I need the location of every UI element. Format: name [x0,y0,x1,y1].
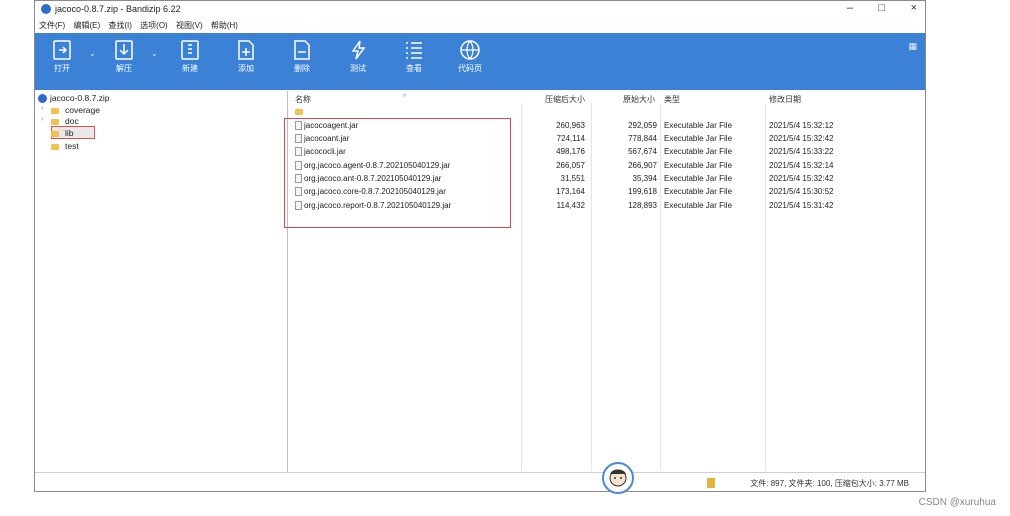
file-type: Executable Jar File [664,161,733,170]
toolbar-view-label: 查看 [406,64,422,73]
csdn-watermark: CSDN @xuruhua [918,497,996,508]
status-bar: 文件: 897, 文件夹: 100, 压缩包大小: 3.77 MB [35,472,925,492]
packed-size: 31,551 [560,174,585,183]
parent-folder-row[interactable] [289,105,925,118]
maximize-button[interactable]: □ [878,2,885,14]
toolbar-delete-label: 删除 [294,64,310,73]
layout-toggle-icon[interactable]: ▦ [908,41,917,52]
toolbar-test-button[interactable]: 测试 [337,39,379,74]
menu-file[interactable]: 文件(F) [39,18,65,33]
open-icon [53,40,71,60]
file-type: Executable Jar File [664,201,733,210]
modified-date: 2021/5/4 15:32:42 [769,134,834,143]
toolbar-extract-label: 解压 [116,64,132,73]
modified-date: 2021/5/4 15:30:52 [769,187,834,196]
parent-folder-icon [295,108,303,115]
original-size: 128,893 [628,201,657,210]
packed-size: 498,176 [556,147,585,156]
toolbar-codepage-label: 代码页 [458,64,482,73]
original-size: 199,618 [628,187,657,196]
tree-item-lib[interactable]: lib [51,127,74,139]
tree-root-label: jacoco-0.8.7.zip [50,93,110,103]
toolbar-extract-button[interactable]: 解压 [103,39,145,74]
extract-dropdown-icon[interactable]: ⌄ [151,49,158,58]
archive-icon [38,94,47,104]
status-text: 文件: 897, 文件夹: 100, 压缩包大小: 3.77 MB [750,479,909,488]
packed-size: 260,963 [556,121,585,130]
original-size: 778,844 [628,134,657,143]
folder-icon [51,118,59,125]
toolbar-open-button[interactable]: 打开 [41,39,83,74]
expand-doc-icon[interactable]: › [41,116,43,123]
toolbar-view-button[interactable]: 查看 [393,39,435,74]
window-title: jacoco-0.8.7.zip - Bandizip 6.22 [55,4,181,14]
folder-tree: jacoco-0.8.7.zip › coverage › doc lib te… [35,91,288,472]
original-size: 35,394 [632,174,657,183]
toolbar-delete-button[interactable]: 删除 [281,39,323,74]
toolbar-new-label: 新建 [182,64,198,73]
avatar-face-icon [609,469,627,487]
bandizip-app-icon [41,4,51,14]
delete-icon [294,40,310,60]
tree-item-label: test [65,141,79,151]
open-dropdown-icon[interactable]: ⌄ [89,49,96,58]
codepage-icon [460,40,480,60]
tree-root[interactable]: jacoco-0.8.7.zip [38,93,110,104]
file-type: Executable Jar File [664,121,733,130]
title-bar: jacoco-0.8.7.zip - Bandizip 6.22 – □ × [35,1,925,18]
toolbar-add-label: 添加 [238,64,254,73]
file-type: Executable Jar File [664,134,733,143]
avatar [602,462,634,494]
tree-item-test[interactable]: test [51,140,79,152]
file-type: Executable Jar File [664,174,733,183]
view-icon [406,42,422,59]
file-type: Executable Jar File [664,187,733,196]
tree-item-label: lib [65,128,74,138]
packed-size: 724,114 [556,134,585,143]
test-icon [351,40,366,60]
toolbar-add-button[interactable]: 添加 [225,39,267,74]
toolbar-open-label: 打开 [54,64,70,73]
packed-size: 266,057 [556,161,585,170]
packed-size: 173,164 [556,187,585,196]
toolbar: 打开 ⌄ 解压 ⌄ 新建 添加 删除 测试 查看 代码页 ▦ [35,33,925,90]
file-type: Executable Jar File [664,147,733,156]
original-size: 567,674 [628,147,657,156]
extract-icon [115,40,133,60]
toolbar-test-label: 测试 [350,64,366,73]
menu-options[interactable]: 选项(O) [140,18,168,33]
toolbar-codepage-button[interactable]: 代码页 [449,39,491,74]
close-button[interactable]: × [911,2,917,14]
bandizip-window: jacoco-0.8.7.zip - Bandizip 6.22 – □ × 文… [34,0,926,492]
modified-date: 2021/5/4 15:32:12 [769,121,834,130]
menu-find[interactable]: 查找(I) [108,18,132,33]
minimize-button[interactable]: – [847,2,853,14]
toolbar-new-button[interactable]: 新建 [169,39,211,74]
original-size: 266,907 [628,161,657,170]
tree-item-label: doc [65,116,79,126]
packed-size: 114,432 [556,201,585,210]
add-icon [238,40,254,60]
folder-icon [51,130,59,137]
new-archive-icon [181,40,199,60]
modified-date: 2021/5/4 15:32:42 [769,174,834,183]
modified-date: 2021/5/4 15:33:22 [769,147,834,156]
modified-date: 2021/5/4 15:32:14 [769,161,834,170]
menu-edit[interactable]: 编辑(E) [73,18,100,33]
status-archive-icon [707,478,715,488]
folder-icon [51,143,59,150]
annotation-highlight-box [284,118,511,228]
modified-date: 2021/5/4 15:31:42 [769,201,834,210]
tree-item-label: coverage [65,105,100,115]
menu-help[interactable]: 帮助(H) [211,18,238,33]
menu-view[interactable]: 视图(V) [176,18,203,33]
expand-coverage-icon[interactable]: › [41,105,43,112]
folder-icon [51,107,59,114]
menu-bar: 文件(F) 编辑(E) 查找(I) 选项(O) 视图(V) 帮助(H) [35,18,925,33]
original-size: 292,059 [628,121,657,130]
